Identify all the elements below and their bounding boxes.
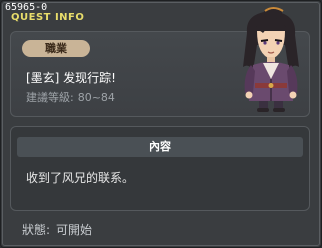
- quest-name: [墨玄] 发现行踪!: [26, 71, 116, 85]
- recommended-level-label: 建議等級:: [26, 91, 74, 104]
- content-text: 收到了风兄的联系。: [26, 171, 135, 185]
- status-value: 可開始: [56, 223, 93, 237]
- job-badge: 職業: [22, 40, 90, 57]
- quest-status: 狀態: 可開始: [22, 221, 92, 238]
- quest-info-window: 65965-0 QUEST INFO 職業 [墨玄] 发现行踪! 建議等級: 80…: [0, 0, 322, 248]
- recommended-level-range: 80~84: [77, 91, 115, 104]
- window-title: QUEST INFO: [11, 12, 85, 23]
- quest-content-panel: 內容 收到了风兄的联系。: [10, 126, 310, 211]
- status-label: 狀態:: [22, 223, 51, 237]
- recommended-level: 建議等級: 80~84: [26, 89, 115, 105]
- npc-portrait: [243, 7, 299, 112]
- content-header: 內容: [17, 137, 303, 157]
